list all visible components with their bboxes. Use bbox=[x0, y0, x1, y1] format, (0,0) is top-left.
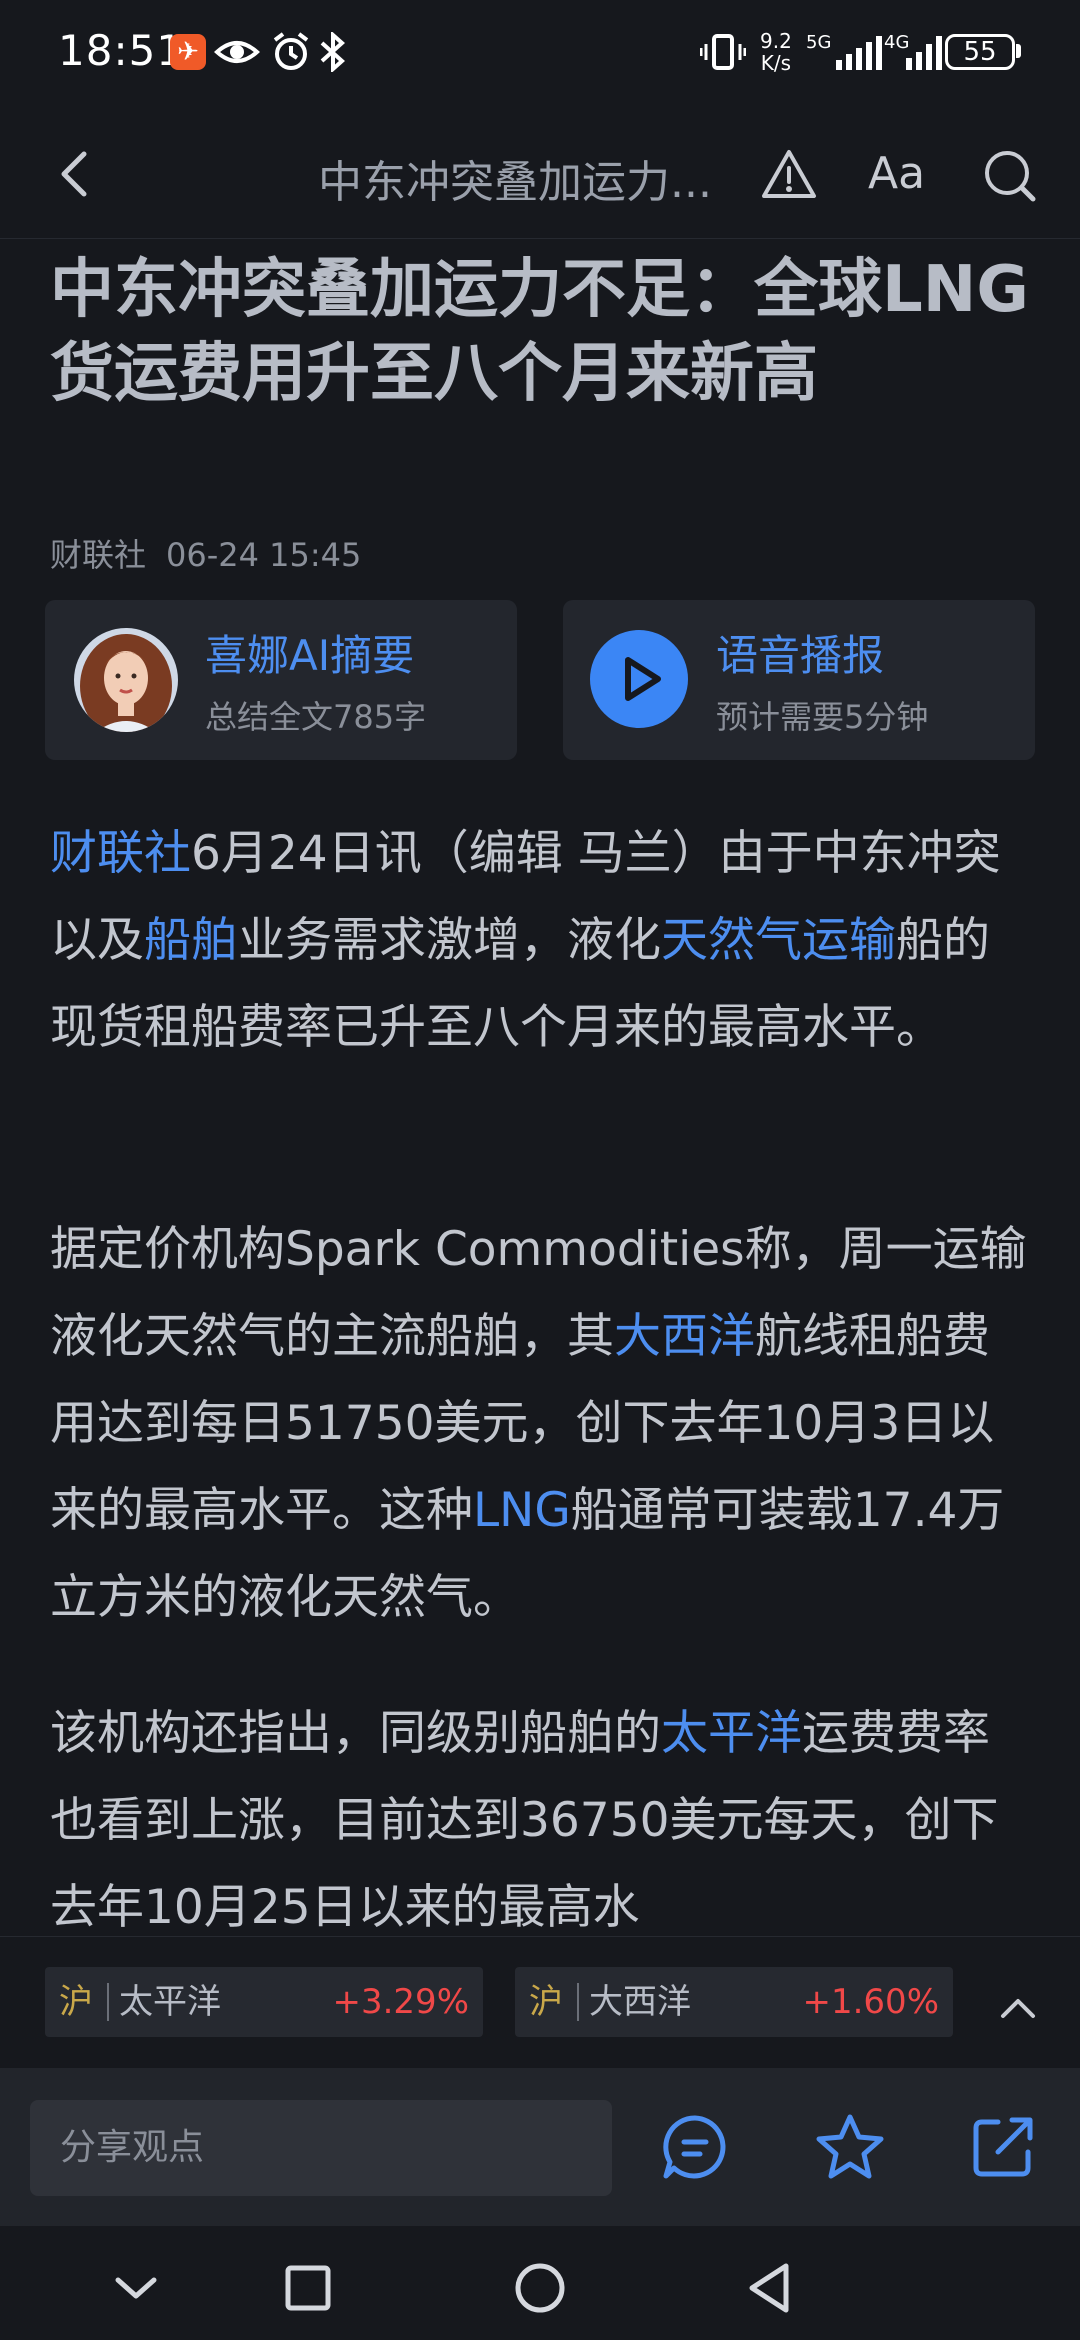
font-size-button[interactable]: Aa bbox=[868, 148, 925, 199]
keyword-link[interactable]: 财联社 bbox=[50, 826, 191, 881]
stock-divider bbox=[107, 1983, 109, 2021]
keyword-link[interactable]: LNG bbox=[473, 1483, 571, 1538]
eye-icon bbox=[214, 41, 260, 63]
back-arrow-icon[interactable] bbox=[50, 146, 100, 202]
bluetooth-icon bbox=[320, 32, 345, 72]
stock-name: 大西洋 bbox=[589, 1982, 691, 2022]
bottom-action-bar: 分享观点 bbox=[0, 2068, 1080, 2226]
stock-change: +1.60% bbox=[802, 1982, 940, 2022]
share-icon[interactable] bbox=[968, 2112, 1038, 2182]
header-title: 中东冲突叠加运力... bbox=[318, 157, 712, 208]
paragraph-2: 据定价机构Spark Commodities称，周一运输液化天然气的主流船舶，其… bbox=[50, 1206, 1035, 1641]
signal-5g-icon bbox=[836, 36, 882, 70]
chevron-up-icon[interactable] bbox=[1000, 1997, 1036, 2019]
system-nav-bar bbox=[0, 2226, 1080, 2340]
net-speed: 9.2 K/s bbox=[760, 30, 792, 74]
stock-exchange: 沪 bbox=[529, 1982, 563, 2022]
stock-chip[interactable]: 沪 大西洋 +1.60% bbox=[515, 1967, 953, 2037]
alarm-icon bbox=[273, 32, 309, 70]
network-5g-label: 5G bbox=[806, 32, 832, 53]
paragraph-text: 该机构还指出，同级别船舶的 bbox=[50, 1706, 661, 1761]
ai-summary-title: 喜娜AI摘要 bbox=[205, 631, 415, 680]
article-header: 中东冲突叠加运力... Aa bbox=[0, 110, 1080, 239]
report-warning-icon[interactable] bbox=[760, 146, 818, 204]
paragraph-1: 财联社6月24日讯（编辑 马兰）由于中东冲突以及船舶业务需求激增，液化天然气运输… bbox=[50, 810, 1035, 1071]
play-button[interactable] bbox=[590, 630, 688, 728]
audio-subtitle: 预计需要5分钟 bbox=[716, 698, 929, 736]
star-icon[interactable] bbox=[815, 2112, 885, 2182]
battery-icon: 55 bbox=[945, 34, 1015, 70]
comment-input[interactable]: 分享观点 bbox=[30, 2100, 612, 2196]
article-source[interactable]: 财联社 bbox=[50, 536, 146, 574]
nav-hide-chevron-icon[interactable] bbox=[108, 2260, 164, 2316]
stock-chip[interactable]: 沪 太平洋 +3.29% bbox=[45, 1967, 483, 2037]
keyword-link[interactable]: 大西洋 bbox=[614, 1309, 755, 1364]
nav-recents-icon[interactable] bbox=[280, 2260, 336, 2316]
ai-summary-subtitle: 总结全文785字 bbox=[205, 698, 427, 736]
comment-icon[interactable] bbox=[660, 2112, 730, 2182]
article-title: 中东冲突叠加运力不足：全球LNG货运费用升至八个月来新高 bbox=[50, 253, 1029, 411]
nav-back-icon[interactable] bbox=[742, 2260, 798, 2316]
app-badge-icon: ✈ bbox=[170, 34, 206, 70]
article-meta: 财联社 06-24 15:45 bbox=[50, 530, 381, 576]
search-icon[interactable] bbox=[980, 146, 1038, 204]
audio-title: 语音播报 bbox=[716, 631, 885, 680]
vibrate-icon bbox=[700, 34, 746, 70]
stock-divider bbox=[577, 1983, 579, 2021]
paragraph-3: 该机构还指出，同级别船舶的太平洋运费费率也看到上涨，目前达到36750美元每天，… bbox=[50, 1690, 1035, 1951]
keyword-link[interactable]: 太平洋 bbox=[661, 1706, 802, 1761]
ai-avatar bbox=[74, 628, 178, 732]
play-icon bbox=[625, 657, 661, 701]
stock-exchange: 沪 bbox=[59, 1982, 93, 2022]
net-speed-unit: K/s bbox=[760, 51, 792, 75]
article-datetime: 06-24 15:45 bbox=[166, 536, 362, 574]
keyword-link[interactable]: 船舶 bbox=[144, 913, 238, 968]
net-speed-value: 9.2 bbox=[760, 29, 792, 53]
signal-4g-icon bbox=[906, 36, 942, 70]
battery-tip bbox=[1016, 44, 1021, 58]
status-bar: 18:51 ✈ 9.2 K/s 5G 4G 55 bbox=[0, 0, 1080, 110]
stock-change: +3.29% bbox=[332, 1982, 470, 2022]
paragraph-text: 业务需求激增，液化 bbox=[238, 913, 661, 968]
keyword-link[interactable]: 天然气运输 bbox=[661, 913, 896, 968]
stock-name: 太平洋 bbox=[119, 1982, 221, 2022]
related-stocks-bar: 沪 太平洋 +3.29% 沪 大西洋 +1.60% bbox=[0, 1936, 1080, 2069]
status-time: 18:51 bbox=[58, 26, 185, 75]
nav-home-icon[interactable] bbox=[512, 2260, 568, 2316]
